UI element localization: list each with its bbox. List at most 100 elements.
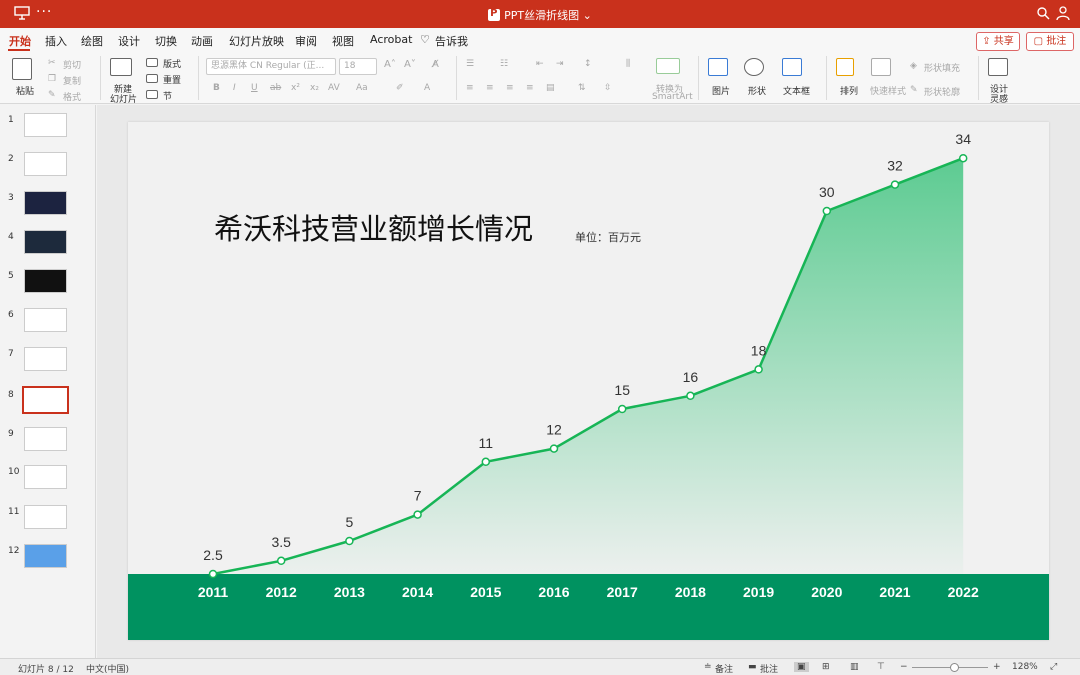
new-slide-label-2[interactable]: 幻灯片	[110, 92, 137, 105]
font-color-icon[interactable]: A	[424, 83, 430, 93]
tab-insert[interactable]: 插入	[45, 33, 67, 49]
slide-thumbnail[interactable]	[24, 191, 67, 215]
slide-thumbnail[interactable]	[24, 465, 67, 489]
numbering-icon[interactable]: ☷	[500, 59, 508, 69]
tab-tell-me[interactable]: 告诉我	[435, 33, 468, 49]
comments-status-button[interactable]: 批注	[760, 662, 778, 675]
text-direction-icon[interactable]: ⇅	[578, 83, 586, 93]
paste-icon[interactable]	[12, 58, 32, 80]
shape-icon[interactable]	[744, 58, 764, 76]
search-icon[interactable]	[1036, 6, 1050, 20]
paste-button[interactable]: 粘贴	[16, 84, 34, 97]
columns-icon[interactable]: ⫼	[626, 59, 630, 69]
account-icon[interactable]	[1056, 5, 1072, 21]
slide-thumbnail[interactable]	[24, 230, 67, 254]
zoom-in-icon[interactable]: +	[993, 662, 1001, 672]
highlight-icon[interactable]: ✐	[396, 83, 404, 93]
arrange-icon[interactable]	[836, 58, 854, 76]
zoom-level[interactable]: 128%	[1012, 662, 1038, 672]
tab-home[interactable]: 开始	[9, 33, 31, 49]
shape-button[interactable]: 形状	[748, 84, 766, 97]
textbox-button[interactable]: 文本框	[783, 84, 810, 97]
current-slide[interactable]: 2.5 2011 3.5 2012 5 2013 7 2014 11 2015 12 2016 15 20…	[128, 122, 1049, 640]
slide-thumbnail-selected[interactable]	[22, 386, 69, 414]
line-spacing-icon[interactable]: ↕	[584, 59, 592, 69]
arrange-button[interactable]: 排列	[840, 84, 858, 97]
slide-thumbnail[interactable]	[24, 427, 67, 451]
share-button[interactable]: ⇪ 共享	[976, 32, 1020, 51]
font-name-field[interactable]: 思源黑体 CN Regular (正...	[206, 58, 336, 75]
bold-icon[interactable]: B	[213, 83, 220, 93]
distribute-icon[interactable]: ▤	[546, 83, 555, 93]
format-painter-button[interactable]: 格式	[63, 90, 81, 103]
tab-transitions[interactable]: 切换	[155, 33, 177, 49]
fit-to-window-icon[interactable]: ⤢	[1050, 662, 1057, 672]
clear-format-icon[interactable]: A̸	[432, 59, 439, 70]
tab-slideshow[interactable]: 幻灯片放映	[229, 33, 284, 49]
strikethrough-icon[interactable]: ab	[270, 83, 281, 93]
reset-button[interactable]: 重置	[163, 73, 181, 86]
comments-button[interactable]: ▢ 批注	[1026, 32, 1074, 51]
bullets-icon[interactable]: ☰	[466, 59, 474, 69]
unit-label[interactable]: 单位：百万元	[575, 229, 641, 245]
slide-thumbnail[interactable]	[24, 113, 67, 137]
slide-thumbnail[interactable]	[24, 544, 67, 568]
align-text-icon[interactable]: ⇳	[604, 83, 612, 93]
increase-font-icon[interactable]: A˄	[384, 59, 396, 70]
cut-button[interactable]: 剪切	[63, 58, 81, 71]
copy-button[interactable]: 复制	[63, 74, 81, 87]
font-size-field[interactable]: 18	[339, 58, 377, 75]
justify-icon[interactable]: ≡	[526, 83, 534, 93]
picture-button[interactable]: 图片	[712, 84, 730, 97]
change-case-icon[interactable]: Aa	[356, 83, 368, 93]
language-status[interactable]: 中文(中国)	[86, 662, 129, 675]
reset-icon[interactable]	[146, 74, 158, 83]
zoom-out-icon[interactable]: −	[900, 662, 908, 672]
tab-design[interactable]: 设计	[118, 33, 140, 49]
normal-view-icon[interactable]: ▣	[794, 662, 809, 672]
slide-sorter-icon[interactable]: ⊞	[822, 662, 830, 672]
decrease-font-icon[interactable]: A˅	[404, 59, 416, 70]
tab-acrobat[interactable]: Acrobat	[370, 33, 412, 46]
notes-icon[interactable]: ≐	[704, 662, 712, 672]
format-painter-icon[interactable]: ✎	[48, 90, 56, 100]
slide-title[interactable]: 希沃科技营业额增长情况	[214, 206, 533, 248]
paint-bucket-icon[interactable]: ◈	[910, 61, 917, 71]
layout-button[interactable]: 版式	[163, 57, 181, 70]
reading-view-icon[interactable]: ▥	[850, 662, 859, 672]
align-center-icon[interactable]: ≡	[486, 83, 494, 93]
new-slide-icon[interactable]	[110, 58, 132, 76]
smartart-icon[interactable]	[656, 58, 680, 74]
tab-draw[interactable]: 绘图	[81, 33, 103, 49]
copy-icon[interactable]: ❐	[48, 74, 56, 84]
tab-review[interactable]: 审阅	[295, 33, 317, 49]
tab-animations[interactable]: 动画	[191, 33, 213, 49]
slide-thumbnail[interactable]	[24, 152, 67, 176]
slide-thumbnail[interactable]	[24, 308, 67, 332]
section-icon[interactable]	[146, 90, 158, 99]
increase-indent-icon[interactable]: ⇥	[556, 59, 564, 69]
designer-label-2[interactable]: 灵感	[990, 92, 1008, 105]
slide-thumbnail[interactable]	[24, 347, 67, 371]
slideshow-icon[interactable]: ⊤	[877, 662, 885, 672]
zoom-slider-handle[interactable]	[950, 663, 959, 672]
slide-thumbnail[interactable]	[24, 269, 67, 293]
section-button[interactable]: 节	[163, 89, 172, 102]
slide-thumbnail[interactable]	[24, 505, 67, 529]
decrease-indent-icon[interactable]: ⇤	[536, 59, 544, 69]
subscript-icon[interactable]: x₂	[310, 83, 319, 93]
superscript-icon[interactable]: x²	[291, 83, 300, 93]
comment-icon[interactable]: ▬	[748, 662, 757, 672]
convert-smartart-label-2[interactable]: SmartArt	[652, 92, 693, 102]
textbox-icon[interactable]	[782, 58, 802, 76]
cut-icon[interactable]: ✂	[48, 58, 56, 68]
shape-outline-button[interactable]: 形状轮廓	[924, 85, 960, 98]
align-right-icon[interactable]: ≡	[506, 83, 514, 93]
layout-icon[interactable]	[146, 58, 158, 67]
quick-style-button[interactable]: 快速样式	[870, 84, 906, 97]
underline-icon[interactable]: U	[251, 83, 258, 93]
designer-icon[interactable]	[988, 58, 1008, 76]
picture-icon[interactable]	[708, 58, 728, 76]
shape-fill-button[interactable]: 形状填充	[924, 61, 960, 74]
pen-icon[interactable]: ✎	[910, 85, 918, 95]
